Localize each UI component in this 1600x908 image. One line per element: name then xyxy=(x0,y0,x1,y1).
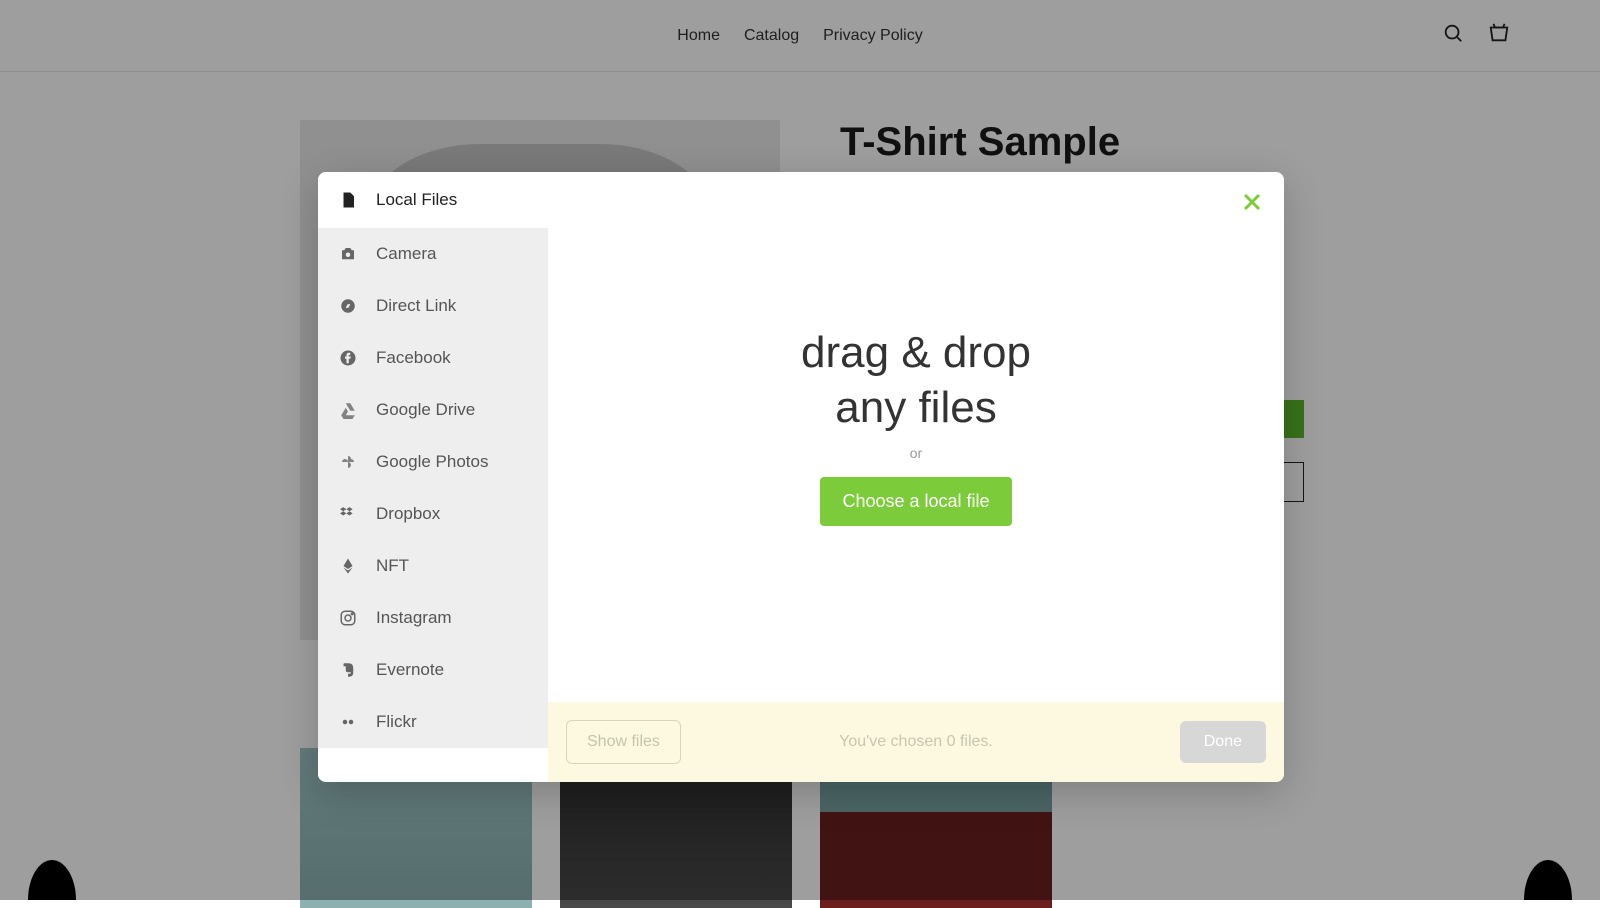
source-local-files[interactable]: Local Files xyxy=(318,172,548,228)
source-label: Evernote xyxy=(376,660,444,680)
upload-footer: Show files You've chosen 0 files. Done xyxy=(548,702,1284,782)
file-count-status: You've chosen 0 files. xyxy=(839,733,993,751)
choose-local-file-button[interactable]: Choose a local file xyxy=(820,477,1011,526)
drop-area[interactable]: drag & drop any files or Choose a local … xyxy=(548,172,1284,702)
source-label: Google Drive xyxy=(376,400,475,420)
source-label: Local Files xyxy=(376,190,457,210)
source-label: Flickr xyxy=(376,712,417,732)
source-google-drive[interactable]: Google Drive xyxy=(318,384,548,436)
source-label: Google Photos xyxy=(376,452,488,472)
drop-title-line2: any files xyxy=(835,383,996,434)
upload-source-sidebar: Local Files Camera Direct Link Facebook … xyxy=(318,172,548,782)
source-instagram[interactable]: Instagram xyxy=(318,592,548,644)
done-button[interactable]: Done xyxy=(1180,721,1266,763)
source-label: NFT xyxy=(376,556,409,576)
upload-main-panel: drag & drop any files or Choose a local … xyxy=(548,172,1284,782)
source-label: Dropbox xyxy=(376,504,440,524)
source-label: Direct Link xyxy=(376,296,456,316)
source-facebook[interactable]: Facebook xyxy=(318,332,548,384)
drop-or-label: or xyxy=(910,445,922,461)
google-drive-icon xyxy=(338,400,358,420)
flickr-icon xyxy=(338,712,358,732)
show-files-button[interactable]: Show files xyxy=(566,720,681,764)
drop-title-line1: drag & drop xyxy=(801,328,1031,379)
file-icon xyxy=(338,190,358,210)
source-flickr[interactable]: Flickr xyxy=(318,696,548,748)
camera-icon xyxy=(338,244,358,264)
compass-icon xyxy=(338,296,358,316)
dropbox-icon xyxy=(338,504,358,524)
ethereum-icon xyxy=(338,556,358,576)
source-label: Facebook xyxy=(376,348,451,368)
source-label: Camera xyxy=(376,244,436,264)
facebook-icon xyxy=(338,348,358,368)
evernote-icon xyxy=(338,660,358,680)
source-direct-link[interactable]: Direct Link xyxy=(318,280,548,332)
source-label: Instagram xyxy=(376,608,452,628)
source-dropbox[interactable]: Dropbox xyxy=(318,488,548,540)
source-google-photos[interactable]: Google Photos xyxy=(318,436,548,488)
close-button[interactable] xyxy=(1240,190,1264,214)
source-evernote[interactable]: Evernote xyxy=(318,644,548,696)
file-upload-dialog: Local Files Camera Direct Link Facebook … xyxy=(318,172,1284,782)
instagram-icon xyxy=(338,608,358,628)
google-photos-icon xyxy=(338,452,358,472)
source-nft[interactable]: NFT xyxy=(318,540,548,592)
source-camera[interactable]: Camera xyxy=(318,228,548,280)
